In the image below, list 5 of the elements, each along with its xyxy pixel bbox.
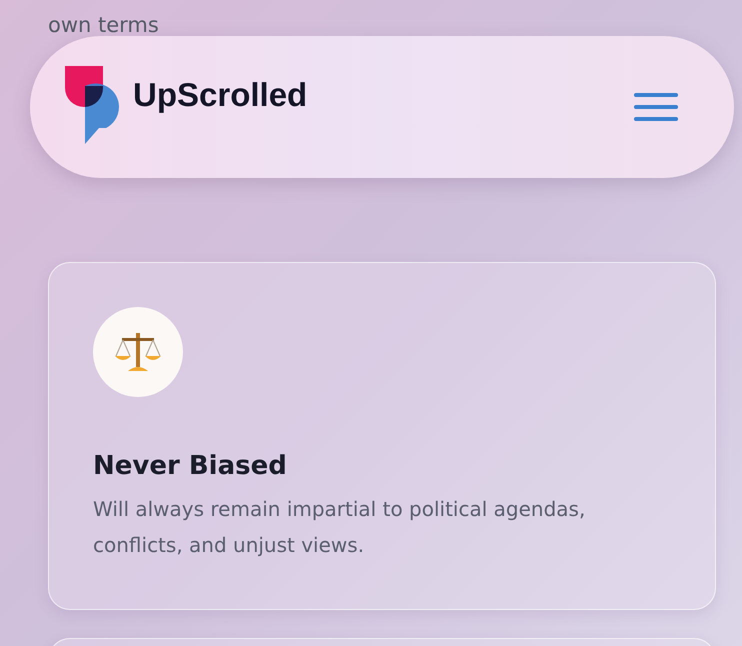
intro-text: own terms: [48, 14, 160, 36]
menu-icon: [634, 91, 678, 123]
card-title: Never Biased: [93, 451, 288, 481]
card-description: Will always remain impartial to political agendas, conflicts, and unjust views.: [93, 496, 586, 559]
brand-name: UpScrolled: [133, 76, 308, 114]
